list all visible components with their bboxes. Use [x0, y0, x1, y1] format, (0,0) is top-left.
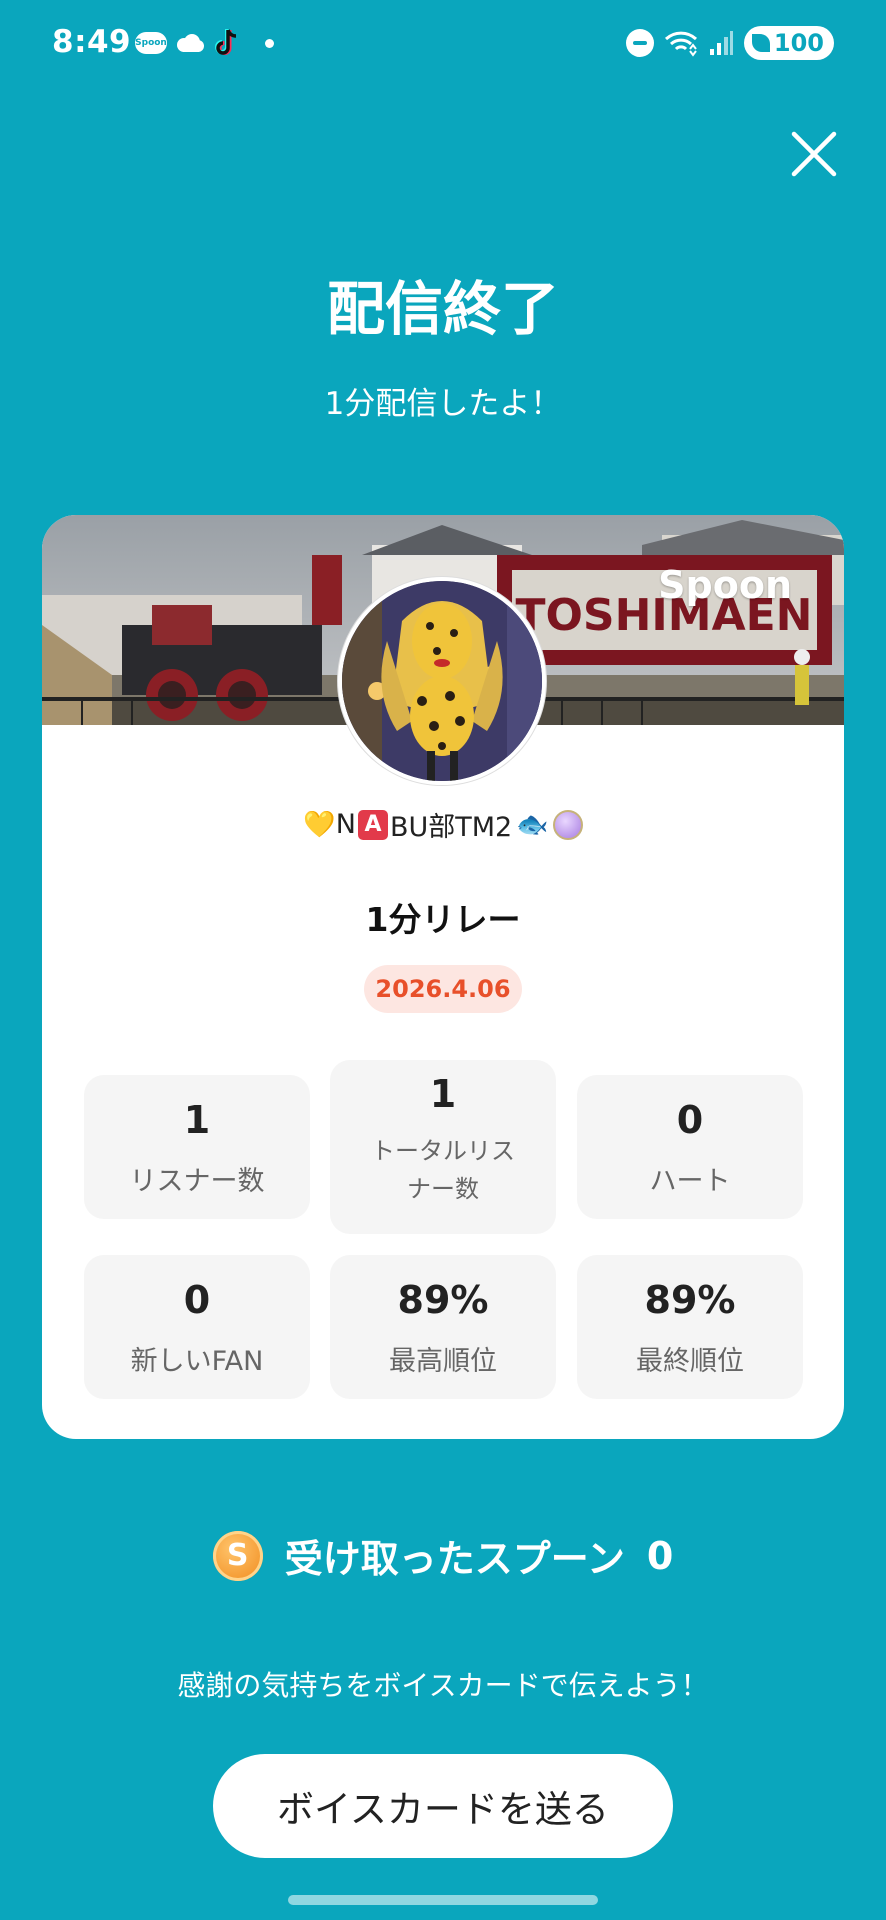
spoon-logo: Spoon	[658, 563, 792, 607]
stat-label: 最終順位	[636, 1346, 744, 1377]
stat-value: 0	[676, 1098, 704, 1142]
stat-highest-rank: 89% 最高順位	[330, 1255, 556, 1399]
stat-value: 1	[429, 1072, 457, 1116]
battery-level: 100	[773, 29, 824, 57]
username-part1: N	[335, 809, 356, 840]
battery-indicator: 100	[743, 26, 834, 60]
stat-label: リスナー数	[129, 1166, 265, 1197]
thanks-message: 感謝の気持ちをボイスカードで伝えよう！	[177, 1669, 709, 1702]
stat-label: 新しいFAN	[130, 1346, 264, 1377]
stat-value: 1	[183, 1098, 211, 1142]
stat-label: トータルリスナー数	[371, 1137, 515, 1203]
live-title: 1分リレー	[365, 900, 521, 939]
do-not-disturb-icon	[625, 29, 654, 57]
weather-icon	[177, 34, 204, 52]
avatar	[338, 577, 546, 785]
fish-emoji: 🐟	[516, 809, 549, 840]
date-badge: 2026.4.06	[364, 965, 522, 1013]
stat-value: 89%	[397, 1278, 489, 1322]
received-spoons-count: 0	[646, 1533, 674, 1578]
received-spoons-label: 受け取ったスプーン	[284, 1537, 625, 1581]
stat-new-fans: 0 新しいFAN	[84, 1255, 310, 1399]
broadcast-summary-card: TOSHIMAEN Spoon 💛 N A BU部TM2 🐟 1分リレー 202…	[42, 515, 844, 1439]
crystal-ball-icon	[552, 809, 583, 840]
username-part2: BU部TM2	[389, 812, 513, 843]
close-icon[interactable]	[788, 128, 840, 180]
stat-hearts: 0 ハート	[577, 1075, 803, 1219]
username-badge: A	[357, 809, 388, 840]
username: 💛 N A BU部TM2 🐟	[42, 805, 844, 844]
stat-value: 0	[183, 1278, 211, 1322]
stat-total-listeners: 1 トータルリスナー数	[330, 1060, 556, 1234]
battery-saver-icon	[751, 34, 770, 52]
home-indicator[interactable]	[288, 1895, 598, 1905]
notification-icons: Spoon	[135, 28, 274, 58]
tiktok-icon	[215, 29, 237, 55]
system-icons: 100	[625, 26, 834, 60]
stat-value: 89%	[644, 1278, 736, 1322]
spoon-notification-icon: Spoon	[135, 32, 167, 54]
avatar-image	[342, 581, 542, 781]
signal-icon	[709, 31, 733, 55]
stat-label: 最高順位	[389, 1346, 497, 1377]
status-bar: 8:49 Spoon 100	[0, 0, 886, 92]
received-spoons: S 受け取ったスプーン 0	[0, 1528, 886, 1583]
send-voice-card-button[interactable]: ボイスカードを送る	[213, 1754, 673, 1858]
more-notifications-icon	[265, 38, 274, 48]
wifi-icon	[664, 31, 697, 57]
page-title: 配信終了	[326, 275, 559, 343]
heart-emoji: 💛	[303, 809, 336, 840]
status-time: 8:49	[52, 24, 132, 60]
spoon-coin-icon: S	[212, 1530, 263, 1581]
stat-final-rank: 89% 最終順位	[577, 1255, 803, 1399]
page-subtitle: 1分配信したよ！	[324, 386, 562, 422]
stat-label: ハート	[649, 1166, 731, 1197]
stat-listeners: 1 リスナー数	[84, 1075, 310, 1219]
